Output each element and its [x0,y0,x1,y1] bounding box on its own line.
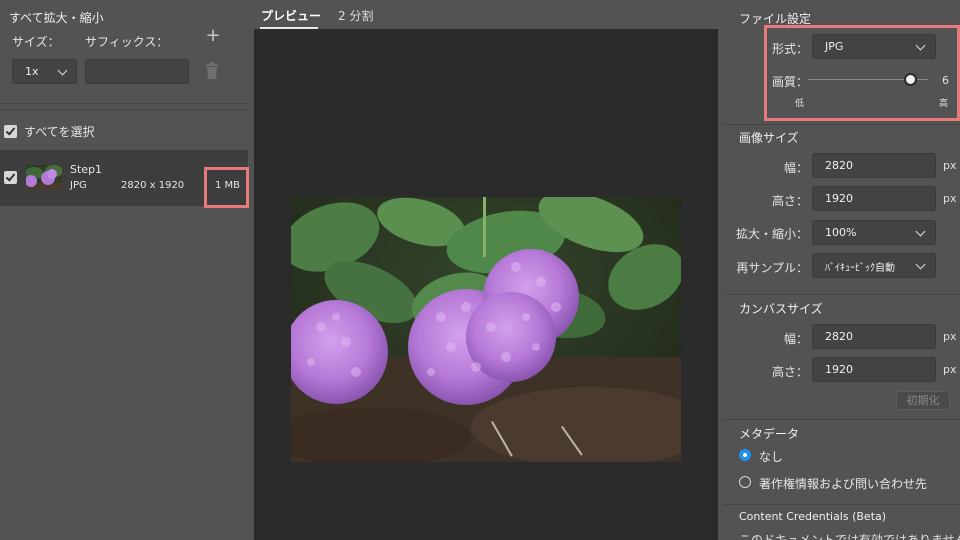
canvas-height-input[interactable]: 1920 [812,357,936,382]
resample-value: ﾊﾞｲｷｭｰﾋﾞｯｸ自動 [825,263,895,274]
canvas-height-value: 1920 [825,363,853,376]
left-panel: すべて拡大・縮小 サイズ： サフィックス： + 1x すべてを選択 Step1 … [0,0,249,540]
image-width-input[interactable]: 2820 [812,153,936,178]
suffix-label: サフィックス： [85,35,169,49]
select-all-label: すべてを選択 [24,125,95,139]
suffix-input[interactable] [85,59,189,84]
scale-all-section: すべて拡大・縮小 サイズ： サフィックス： + 1x [0,0,248,104]
resample-label: 再サンプル： [736,261,808,275]
canvas-width-input[interactable]: 2820 [812,324,936,349]
asset-format: JPG [70,180,87,191]
select-all-checkbox[interactable] [4,125,17,138]
image-size-title: 画像サイズ [739,131,799,145]
image-scale-label: 拡大・縮小： [735,227,808,241]
image-height-label: 高さ： [771,194,808,208]
preview-canvas [254,29,718,540]
asset-dimensions: 2820 x 1920 [121,180,185,191]
metadata-copyright-label: 著作権情報および問い合わせ先 [759,477,928,491]
metadata-title: メタデータ [739,427,800,441]
chevron-down-icon [915,226,926,237]
image-width-unit: px [943,159,957,172]
trash-icon[interactable] [205,62,219,80]
image-scale-dropdown[interactable]: 100% [812,220,936,245]
asset-thumbnail [26,165,62,189]
size-label: サイズ： [12,35,60,49]
metadata-copyright-radio[interactable] [739,476,751,488]
canvas-width-label: 幅： [783,332,808,346]
asset-name: Step1 [70,163,103,176]
image-width-value: 2820 [825,159,853,172]
scale-all-title: すべて拡大・縮小 [9,11,104,25]
canvas-width-value: 2820 [825,330,853,343]
reset-button[interactable]: 初期化 [896,391,950,410]
image-height-unit: px [943,192,957,205]
content-credentials-title: Content Credentials (Beta) [739,510,887,523]
file-size-highlight [204,167,249,208]
image-scale-value: 100% [825,226,857,239]
scale-dropdown-value: 1x [25,65,39,78]
canvas-width-unit: px [943,330,957,343]
content-credentials-status: このドキュメントでは有効ではありません [739,533,960,540]
chevron-down-icon [915,259,926,270]
scale-dropdown[interactable]: 1x [12,59,77,84]
plus-icon[interactable]: + [205,27,221,45]
tab-2-up[interactable]: 2 分割 [338,7,373,24]
image-width-label: 幅： [783,161,808,175]
asset-checkbox[interactable] [4,171,17,184]
preview-tabs: プレビュー 2 分割 [254,0,718,29]
right-panel: ファイル設定 形式： JPG 画質： 6 低 高 画像サイズ 幅： 2820 p… [724,0,960,540]
metadata-none-label: なし [759,450,784,464]
canvas-height-label: 高さ： [771,365,808,379]
chevron-down-icon [57,65,68,76]
metadata-none-radio[interactable] [739,449,751,461]
canvas-size-title: カンバスサイズ [739,302,823,316]
canvas-height-unit: px [943,363,957,376]
image-height-input[interactable]: 1920 [812,186,936,211]
tab-preview[interactable]: プレビュー [261,7,321,24]
image-height-value: 1920 [825,192,853,205]
file-settings-highlight [764,25,960,121]
preview-image [291,197,681,462]
resample-dropdown[interactable]: ﾊﾞｲｷｭｰﾋﾞｯｸ自動 [812,253,936,278]
